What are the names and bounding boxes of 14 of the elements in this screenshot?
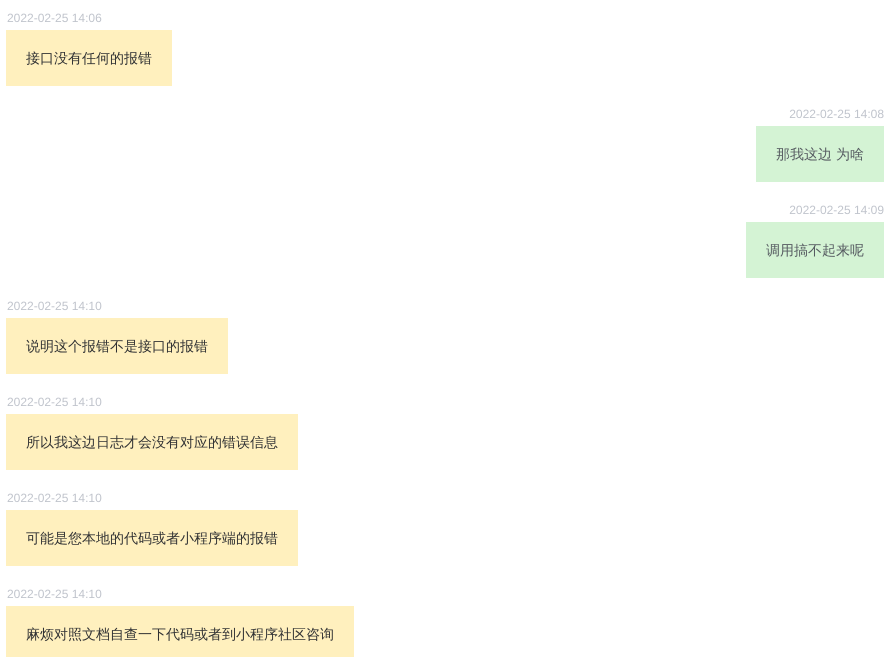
chat-bubble: 说明这个报错不是接口的报错 <box>6 318 228 374</box>
chat-bubble: 那我这边 为啥 <box>756 126 884 182</box>
message-time: 2022-02-25 14:10 <box>7 588 102 600</box>
message-time: 2022-02-25 14:10 <box>7 396 102 408</box>
chat-bubble: 可能是您本地的代码或者小程序端的报错 <box>6 510 298 566</box>
message-time: 2022-02-25 14:06 <box>7 12 102 24</box>
message-time: 2022-02-25 14:10 <box>7 300 102 312</box>
message-time: 2022-02-25 14:09 <box>789 204 884 216</box>
chat-bubble: 麻烦对照文档自查一下代码或者到小程序社区咨询 <box>6 606 354 657</box>
chat-bubble: 所以我这边日志才会没有对应的错误信息 <box>6 414 298 470</box>
message-time: 2022-02-25 14:08 <box>789 108 884 120</box>
chat-bubble: 调用搞不起来呢 <box>746 222 884 278</box>
message-time: 2022-02-25 14:10 <box>7 492 102 504</box>
chat-bubble: 接口没有任何的报错 <box>6 30 172 86</box>
